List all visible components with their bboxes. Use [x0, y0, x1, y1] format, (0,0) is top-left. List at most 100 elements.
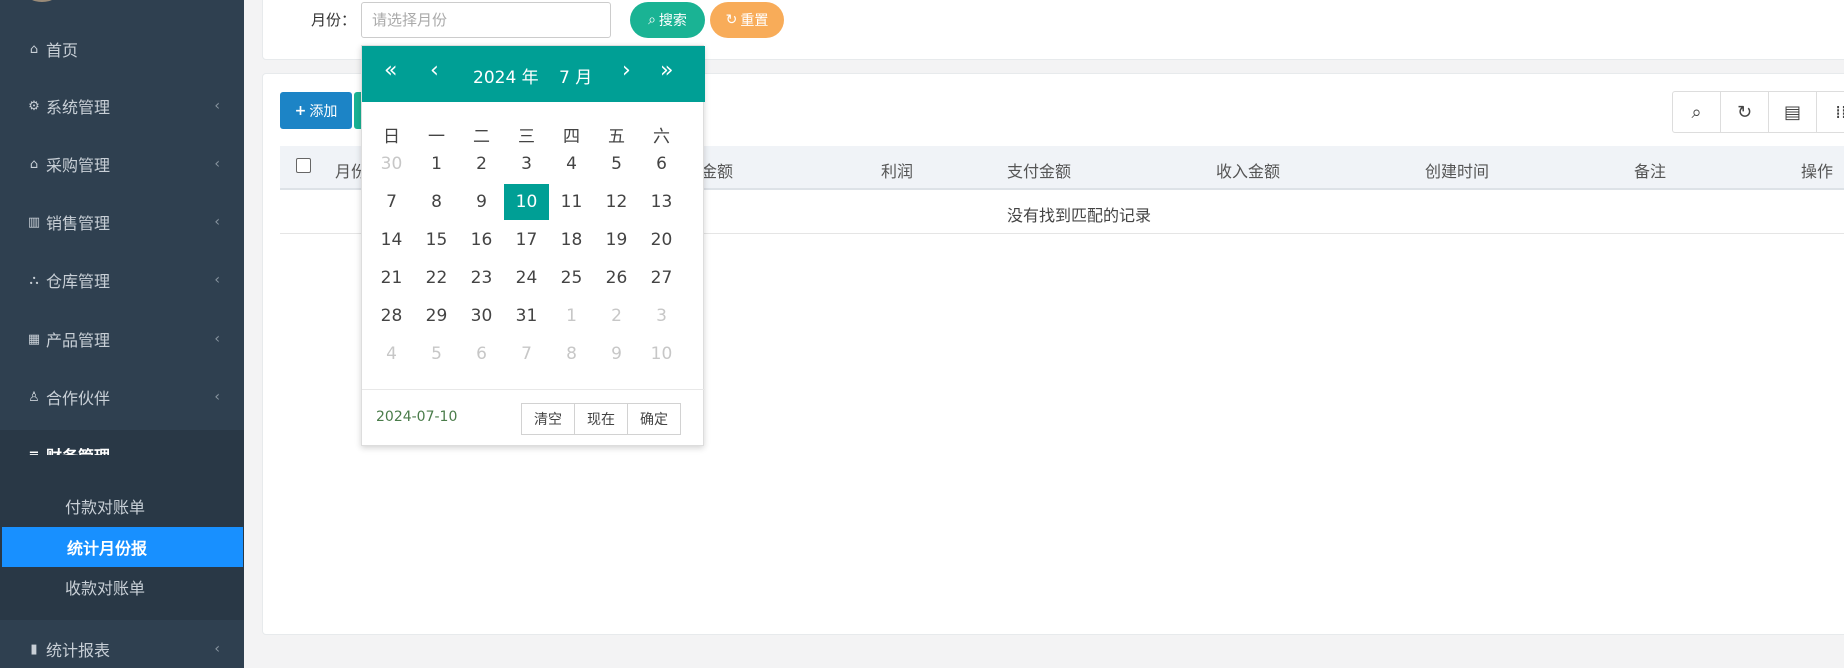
month-label: 月份： [311, 11, 357, 29]
binoculars-icon: ⛬ [29, 272, 39, 288]
column-header[interactable]: 收入金额 [1216, 158, 1280, 182]
bar-chart-icon: ▮ [30, 641, 38, 657]
calendar-day[interactable]: 10 [639, 336, 684, 372]
refresh-icon[interactable]: ↻ [1721, 92, 1769, 132]
sidebar-item-label: 系统管理 [46, 98, 111, 117]
column-header[interactable]: 支付金额 [1007, 158, 1071, 182]
calendar-day[interactable]: 24 [504, 260, 549, 296]
calendar-day[interactable]: 3 [639, 298, 684, 334]
now-button[interactable]: 现在 [574, 403, 628, 435]
empty-message: 没有找到匹配的记录 [1007, 206, 1152, 225]
calendar-day[interactable]: 7 [369, 184, 414, 220]
calendar-day[interactable]: 13 [639, 184, 684, 220]
columns-icon[interactable]: ⁞⁞ [1817, 92, 1844, 132]
sidebar-item-sales[interactable]: ▥ 销售管理 ‹ [0, 197, 244, 247]
column-header[interactable]: 利润 [881, 158, 913, 182]
calendar-day[interactable]: 28 [369, 298, 414, 334]
calendar-day[interactable]: 9 [594, 336, 639, 372]
calendar-day[interactable]: 4 [549, 146, 594, 182]
calendar-day[interactable]: 20 [639, 222, 684, 258]
calendar-day[interactable]: 26 [594, 260, 639, 296]
sidebar-subitem-payment-statement[interactable]: 付款对账单 [0, 486, 244, 526]
subitem-label: 付款对账单 [65, 498, 146, 517]
sidebar-item-home[interactable]: ⌂ 首页 [0, 24, 244, 74]
weekday-header: 六 [653, 127, 670, 147]
sidebar-item-reports[interactable]: ▮ 统计报表 ‹ [0, 624, 244, 668]
calendar-day[interactable]: 1 [549, 298, 594, 334]
calculator-icon: ▦ [27, 331, 41, 347]
calendar-day[interactable]: 5 [594, 146, 639, 182]
calendar-day[interactable]: 4 [369, 336, 414, 372]
calendar-day[interactable]: 21 [369, 260, 414, 296]
calendar-day[interactable]: 2 [594, 298, 639, 334]
prev-year-icon[interactable]: « [384, 58, 397, 83]
calendar-day[interactable]: 27 [639, 260, 684, 296]
calendar-day[interactable]: 7 [504, 336, 549, 372]
calendar-day[interactable]: 12 [594, 184, 639, 220]
sidebar-item-system[interactable]: ⚙ 系统管理 ‹ [0, 81, 244, 131]
calendar-day[interactable]: 8 [414, 184, 459, 220]
search-icon: ⌕ [648, 12, 656, 28]
calendar-day[interactable]: 16 [459, 222, 504, 258]
prev-month-icon[interactable]: ‹ [430, 58, 439, 83]
weekday-header: 四 [563, 127, 580, 147]
weekday-header: 日 [383, 127, 400, 147]
calendar-day[interactable]: 11 [549, 184, 594, 220]
calendar-day[interactable]: 22 [414, 260, 459, 296]
calendar-day[interactable]: 1 [414, 146, 459, 182]
chevron-left-icon: ‹ [214, 641, 220, 657]
calendar-day[interactable]: 2 [459, 146, 504, 182]
year-select[interactable]: 2024 年 [473, 63, 539, 88]
calendar-day[interactable]: 30 [369, 146, 414, 182]
home-icon: ⌂ [29, 41, 39, 57]
next-month-icon[interactable]: › [622, 58, 631, 83]
calendar-day[interactable]: 30 [459, 298, 504, 334]
sidebar-item-product[interactable]: ▦ 产品管理 ‹ [0, 314, 244, 364]
sidebar-item-purchase[interactable]: ⌂ 采购管理 ‹ [0, 139, 244, 189]
sidebar-item-warehouse[interactable]: ⛬ 仓库管理 ‹ [0, 255, 244, 305]
sidebar-item-label: 统计报表 [46, 641, 111, 660]
chevron-left-icon: ‹ [214, 331, 220, 347]
avatar[interactable] [24, 0, 60, 2]
calendar-day[interactable]: 18 [549, 222, 594, 258]
clear-button[interactable]: 清空 [521, 403, 575, 435]
calendar-day[interactable]: 6 [459, 336, 504, 372]
column-header[interactable]: 备注 [1634, 158, 1666, 182]
search-icon[interactable]: ⌕ [1673, 92, 1721, 132]
person-icon: ♙ [28, 389, 40, 405]
calendar-day[interactable]: 6 [639, 146, 684, 182]
calendar-day[interactable]: 9 [459, 184, 504, 220]
column-header[interactable]: 创建时间 [1425, 158, 1489, 182]
calendar-day[interactable]: 31 [504, 298, 549, 334]
sidebar-subitem-monthly-report[interactable]: 统计月份报 [2, 527, 243, 567]
calendar-day[interactable]: 29 [414, 298, 459, 334]
add-button[interactable]: + 添加 [280, 92, 352, 129]
datepicker-actions: 清空 现在 确定 [521, 403, 681, 435]
plus-icon: + [294, 102, 307, 119]
calendar-day[interactable]: 5 [414, 336, 459, 372]
sidebar-item-label: 仓库管理 [46, 272, 111, 291]
next-year-icon[interactable]: » [660, 58, 673, 83]
calendar-day[interactable]: 8 [549, 336, 594, 372]
calendar-day[interactable]: 23 [459, 260, 504, 296]
calendar-day[interactable]: 15 [414, 222, 459, 258]
calendar-day[interactable]: 19 [594, 222, 639, 258]
calendar-day[interactable]: 25 [549, 260, 594, 296]
calendar-day[interactable]: 17 [504, 222, 549, 258]
column-header[interactable]: 金额 [701, 158, 733, 182]
list-icon[interactable]: ▤ [1769, 92, 1817, 132]
calendar-day[interactable]: 14 [369, 222, 414, 258]
search-button[interactable]: ⌕ 搜索 [630, 2, 705, 38]
calendar-day[interactable]: 3 [504, 146, 549, 182]
reset-button[interactable]: ↻ 重置 [710, 2, 784, 38]
calendar-day[interactable]: 10 [504, 184, 549, 220]
month-select[interactable]: 7 月 [559, 63, 592, 88]
month-input[interactable] [361, 2, 611, 38]
column-header[interactable]: 操作 [1801, 158, 1833, 182]
confirm-button[interactable]: 确定 [627, 403, 681, 435]
sidebar-subitem-receipt-statement[interactable]: 收款对账单 [0, 567, 244, 607]
reset-button-label: 重置 [740, 13, 769, 29]
select-all-checkbox[interactable] [296, 158, 311, 173]
sidebar-item-label: 产品管理 [46, 331, 111, 350]
sidebar-item-partner[interactable]: ♙ 合作伙伴 ‹ [0, 372, 244, 422]
